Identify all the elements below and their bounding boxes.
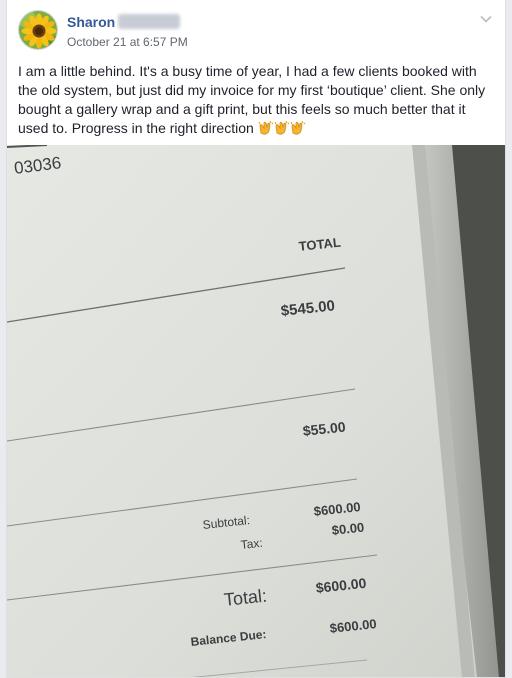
author-avatar[interactable] [18,10,58,50]
sunflower-avatar-icon [19,11,57,49]
post-timestamp[interactable]: October 21 at 6:57 PM [67,35,188,49]
post-photo[interactable]: 03036 TOTAL $545.00 $55.00 Subtotal: $60… [7,145,505,677]
author-name[interactable]: Sharon [67,14,115,30]
clapping-hands-icon [274,120,290,136]
post-body: I am a little behind. It's a busy time o… [18,62,496,138]
clapping-hands-icon [290,120,306,136]
author-surname-redacted [118,14,180,29]
total-label: Total: [223,585,268,610]
chevron-down-icon[interactable] [479,12,493,26]
tax-label: Tax: [240,535,264,552]
post-text: I am a little behind. It's a busy time o… [18,63,486,136]
clapping-hands-icon [258,120,274,136]
post-card: Sharon October 21 at 6:57 PM I am a litt… [6,0,506,678]
